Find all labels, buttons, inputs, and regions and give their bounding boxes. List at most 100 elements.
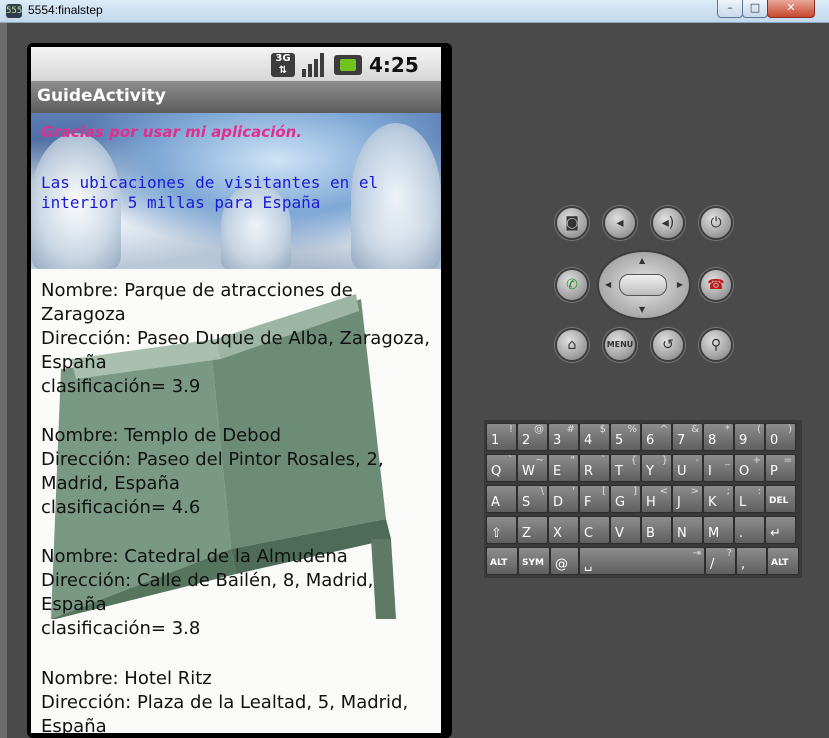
key-alt-label: ^: [659, 424, 668, 435]
dpad-right-icon[interactable]: ▶: [677, 280, 683, 289]
volume-down-icon[interactable]: ◂: [603, 206, 637, 240]
key-label: 3: [553, 433, 562, 448]
key-0-5[interactable]: 6 ^: [641, 423, 672, 451]
place-address: Dirección: Calle de Bailén, 8, Madrid, E…: [41, 570, 374, 615]
key-0-9[interactable]: 0): [765, 423, 796, 451]
key-4-4[interactable]: /?: [705, 547, 736, 575]
key-2-4[interactable]: G]: [610, 485, 641, 513]
key-alt-label: +: [752, 455, 761, 466]
list-item[interactable]: Nombre: Parque de atracciones de Zaragoz…: [41, 279, 436, 399]
power-icon[interactable]: ⏻: [699, 206, 733, 240]
key-label: /: [710, 557, 715, 572]
key-0-2[interactable]: 3 #: [548, 423, 579, 451]
key-2-9[interactable]: DEL: [765, 485, 796, 513]
key-1-4[interactable]: T{: [610, 454, 641, 482]
menu-button[interactable]: MENU: [603, 328, 637, 362]
window-titlebar: 555 5554:finalstep – □ ✕: [0, 0, 829, 23]
key-4-1[interactable]: SYM: [518, 547, 550, 575]
key-label: N: [677, 526, 687, 541]
key-4-6[interactable]: ALT: [767, 547, 799, 575]
key-1-9[interactable]: P =: [765, 454, 796, 482]
list-item[interactable]: Nombre: Catedral de la Almudena Direcció…: [41, 545, 436, 641]
key-label: DEL: [769, 496, 789, 506]
key-alt-label: -: [695, 455, 699, 466]
place-name: Nombre: Templo de Debod: [41, 425, 282, 446]
key-alt-label: @: [534, 424, 544, 435]
key-2-0[interactable]: A: [486, 485, 517, 513]
key-label: V: [615, 526, 624, 541]
key-label: Z: [522, 526, 531, 541]
key-3-3[interactable]: C: [579, 516, 610, 544]
key-0-1[interactable]: 2 @: [517, 423, 548, 451]
key-label: M: [708, 526, 720, 541]
place-address: Dirección: Paseo del Pintor Rosales, 2, …: [41, 449, 384, 494]
key-1-5[interactable]: Y}: [641, 454, 672, 482]
key-4-2[interactable]: @: [550, 547, 579, 575]
key-3-0[interactable]: ⇧: [486, 516, 517, 544]
key-label: C: [584, 526, 594, 541]
maximize-button[interactable]: □: [742, 0, 768, 18]
key-1-8[interactable]: O +: [734, 454, 765, 482]
key-3-9[interactable]: ↵: [765, 516, 796, 544]
key-3-7[interactable]: M: [703, 516, 734, 544]
key-0-3[interactable]: 4 $: [579, 423, 610, 451]
key-0-4[interactable]: 5%: [610, 423, 641, 451]
key-2-1[interactable]: S \: [517, 485, 548, 513]
key-1-7[interactable]: I _: [703, 454, 734, 482]
key-3-4[interactable]: V: [610, 516, 641, 544]
key-label: 5: [615, 433, 624, 448]
key-3-1[interactable]: Z: [517, 516, 548, 544]
key-3-5[interactable]: B: [641, 516, 672, 544]
window-title: 5554:finalstep: [28, 3, 103, 17]
key-4-0[interactable]: ALT: [486, 547, 518, 575]
status-bar: 3G⇅ 4:25 PM: [31, 47, 441, 99]
key-2-5[interactable]: H <: [641, 485, 672, 513]
dpad-down-icon[interactable]: ▼: [639, 305, 645, 314]
list-item[interactable]: Nombre: Hotel Ritz Dirección: Plaza de l…: [41, 667, 436, 733]
key-0-0[interactable]: 1!: [486, 423, 517, 451]
key-3-8[interactable]: .: [734, 516, 765, 544]
key-4-5[interactable]: ,: [736, 547, 767, 575]
home-icon[interactable]: ⌂: [555, 328, 589, 362]
dpad-left-icon[interactable]: ◀: [605, 280, 611, 289]
key-0-6[interactable]: 7 &: [672, 423, 703, 451]
dpad-up-icon[interactable]: ▲: [639, 256, 645, 265]
key-2-2[interactable]: D ': [548, 485, 579, 513]
dpad-center-button[interactable]: [619, 274, 667, 296]
key-4-3[interactable]: ␣ ⇥: [579, 547, 705, 575]
places-list[interactable]: Nombre: Parque de atracciones de Zaragoz…: [31, 269, 441, 733]
volume-up-icon[interactable]: ◂): [651, 206, 685, 240]
search-icon[interactable]: ⚲: [699, 328, 733, 362]
key-2-6[interactable]: J >: [672, 485, 703, 513]
key-1-3[interactable]: R `: [579, 454, 610, 482]
dpad[interactable]: ▲ ▼ ◀ ▶: [597, 250, 691, 320]
key-0-7[interactable]: 8 *: [703, 423, 734, 451]
key-alt-label: ': [572, 486, 575, 497]
call-icon[interactable]: ✆: [555, 268, 589, 302]
key-1-2[interactable]: E ": [548, 454, 579, 482]
key-1-6[interactable]: U-: [672, 454, 703, 482]
minimize-button[interactable]: –: [717, 0, 743, 18]
key-label: Y: [646, 464, 654, 479]
key-2-3[interactable]: F[: [579, 485, 610, 513]
key-2-7[interactable]: K;: [703, 485, 734, 513]
key-2-8[interactable]: L:: [734, 485, 765, 513]
back-icon[interactable]: ↺: [651, 328, 685, 362]
place-name: Nombre: Catedral de la Almudena: [41, 546, 348, 567]
close-button[interactable]: ✕: [767, 0, 815, 18]
key-3-2[interactable]: X: [548, 516, 579, 544]
list-item[interactable]: Nombre: Templo de Debod Dirección: Paseo…: [41, 424, 436, 520]
signal-bars-icon: [302, 53, 326, 77]
key-1-0[interactable]: Q `: [486, 454, 517, 482]
battery-icon: [334, 55, 362, 75]
key-1-1[interactable]: W ~: [517, 454, 548, 482]
phone-screen[interactable]: 3G⇅ 4:25 PM GuideActivity Gracias por us…: [31, 47, 441, 733]
key-label: X: [553, 526, 562, 541]
key-alt-label: {: [630, 455, 637, 466]
key-3-6[interactable]: N: [672, 516, 703, 544]
camera-icon[interactable]: ◙: [555, 206, 589, 240]
key-alt-label: `: [601, 455, 606, 466]
key-label: D: [553, 495, 564, 510]
end-call-icon[interactable]: ☎: [699, 268, 733, 302]
key-0-8[interactable]: 9(: [734, 423, 765, 451]
